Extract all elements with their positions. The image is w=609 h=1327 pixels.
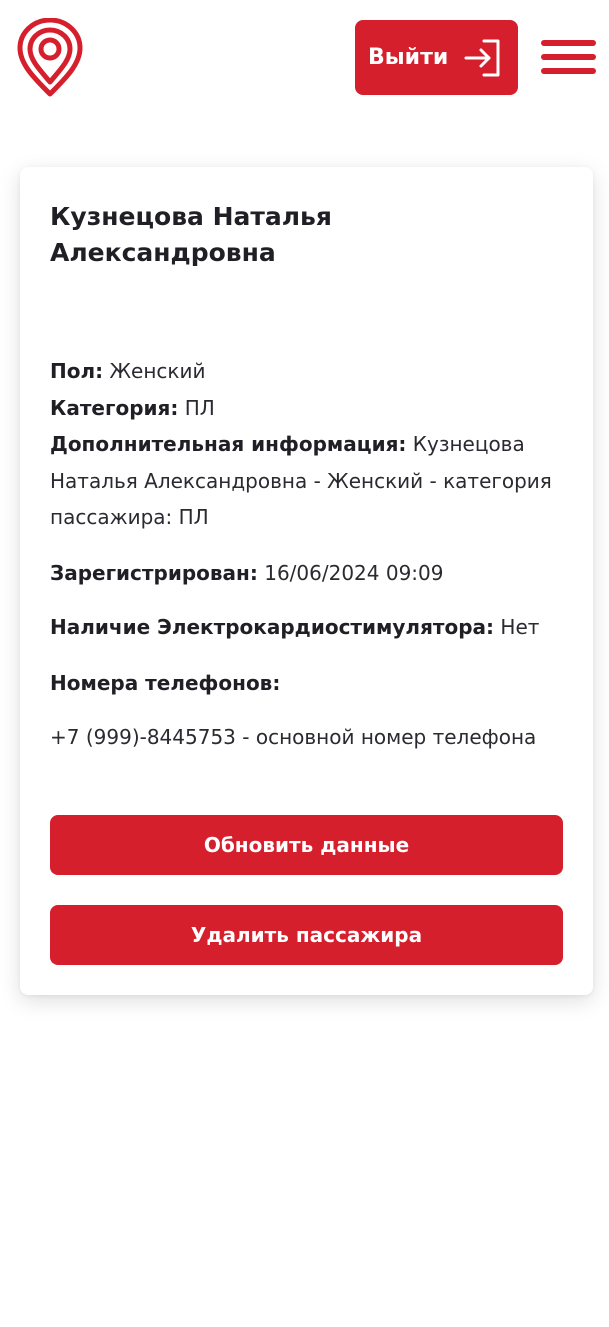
extra-info-label: Дополнительная информация:: [50, 432, 407, 456]
extra-info-row: Дополнительная информация: Кузнецова Нат…: [50, 426, 570, 536]
phones-label: Номера телефонов:: [50, 671, 281, 695]
pacemaker-label: Наличие Электрокардиостимулятора:: [50, 615, 495, 639]
map-pin-logo-icon[interactable]: [16, 18, 84, 98]
phones-heading: Номера телефонов:: [50, 665, 570, 702]
pacemaker-value: Нет: [500, 615, 540, 639]
category-label: Категория:: [50, 395, 179, 420]
passenger-card: Кузнецова Наталья Александровна Пол: Жен…: [20, 167, 593, 995]
gender-row: Пол: Женский: [50, 353, 570, 390]
logout-button[interactable]: Выйти: [355, 20, 518, 95]
update-data-button[interactable]: Обновить данные: [50, 815, 563, 875]
registered-label: Зарегистрирован:: [50, 561, 258, 585]
category-value: ПЛ: [184, 395, 215, 420]
phone-item: +7 (999)-8445753 - основной номер телефо…: [50, 725, 537, 749]
logout-label: Выйти: [368, 45, 449, 70]
header: Выйти: [0, 0, 609, 120]
gender-value: Женский: [109, 359, 206, 383]
registered-row: Зарегистрирован: 16/06/2024 09:09: [50, 555, 570, 592]
passenger-details: Пол: Женский Категория: ПЛ Дополнительна…: [50, 353, 570, 536]
hamburger-menu-icon[interactable]: [541, 40, 596, 74]
sign-in-arrow-icon: [464, 39, 500, 77]
phone-list: +7 (999)-8445753 - основной номер телефо…: [50, 719, 570, 756]
delete-passenger-button[interactable]: Удалить пассажира: [50, 905, 563, 965]
passenger-name: Кузнецова Наталья Александровна: [50, 202, 332, 267]
registered-value: 16/06/2024 09:09: [264, 561, 444, 585]
category-row: Категория: ПЛ: [50, 390, 570, 427]
pacemaker-row: Наличие Электрокардиостимулятора: Нет: [50, 609, 570, 646]
gender-label: Пол:: [50, 359, 104, 383]
